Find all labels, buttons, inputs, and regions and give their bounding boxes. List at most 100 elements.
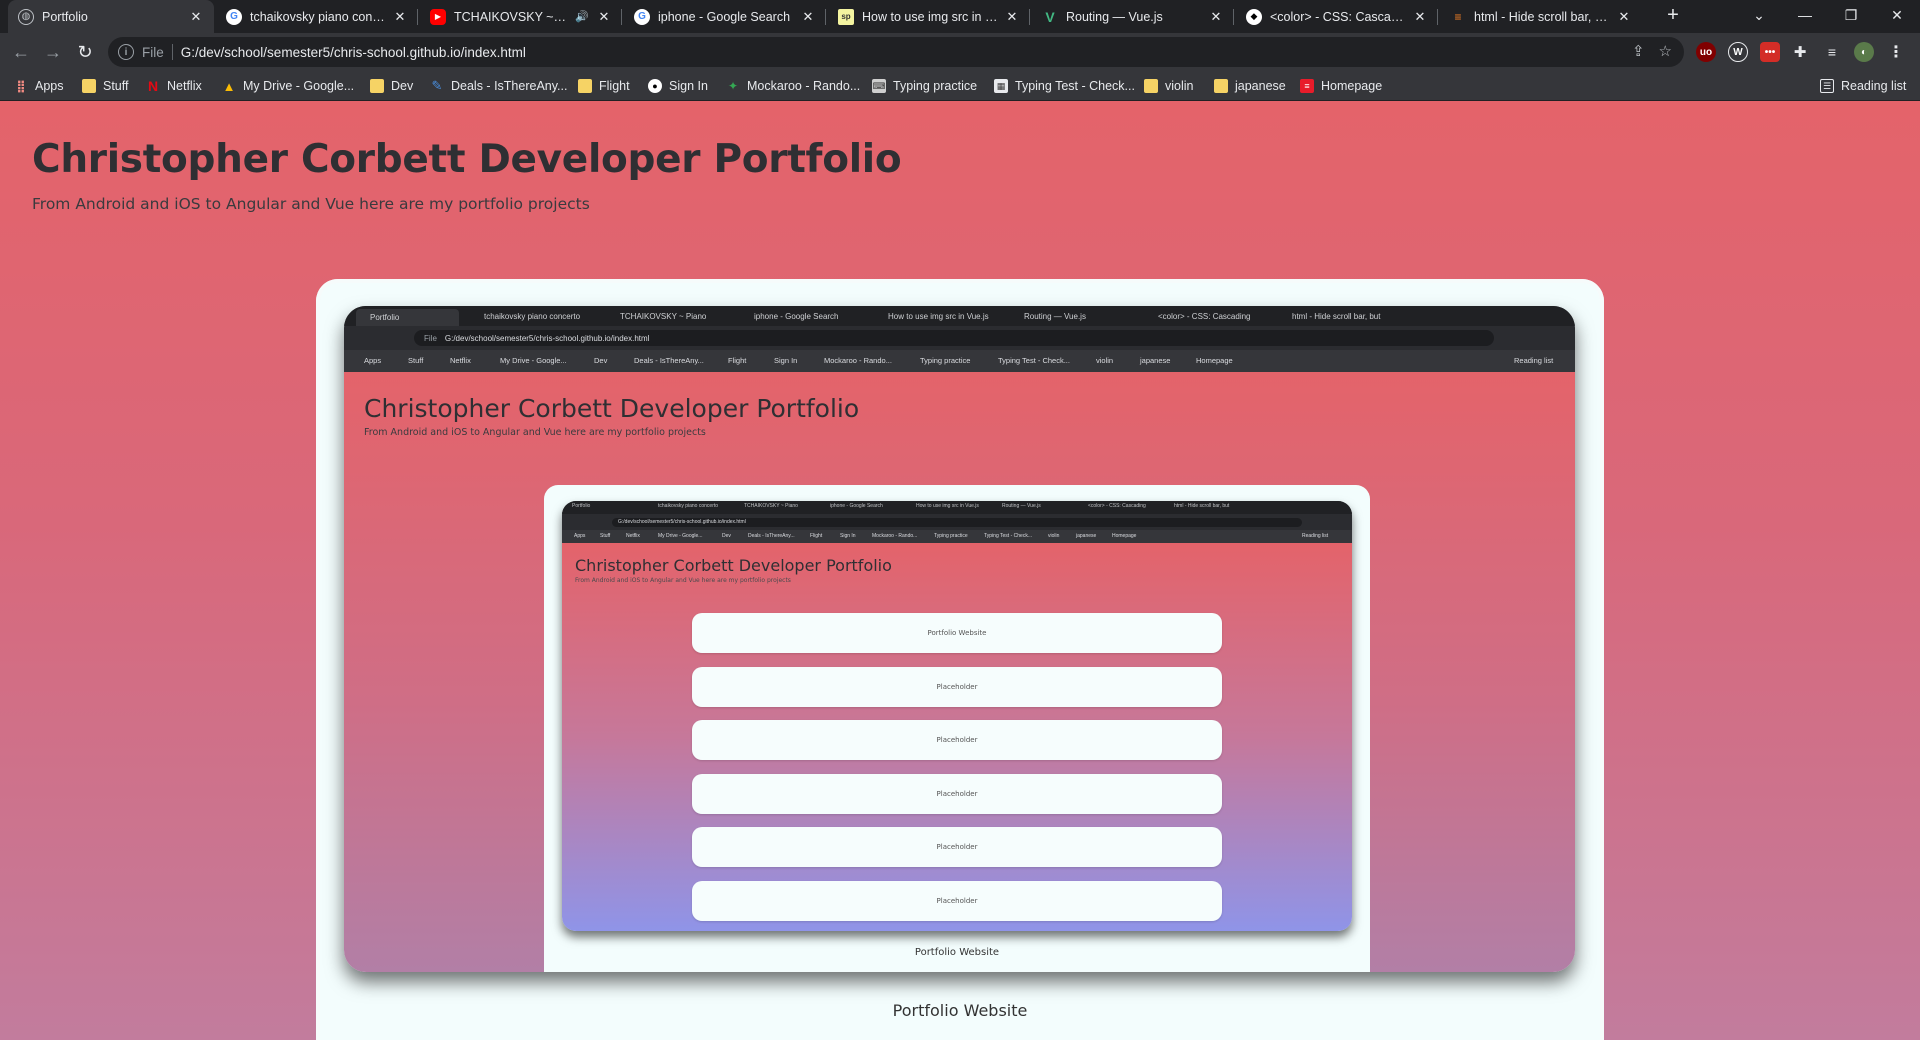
screenshot-tab: <color> - CSS: Cascading (1158, 311, 1251, 321)
tab-separator (621, 9, 622, 25)
screenshot-address-bar: File G:/dev/school/semester5/chris-schoo… (414, 330, 1494, 346)
bookmark-typing-practice[interactable]: ⌨ Typing practice (872, 77, 977, 95)
screenshot-bookmarks-bar: Apps Stuff Netflix My Drive - Google... … (344, 350, 1575, 372)
reload-icon[interactable]: ↻ (72, 39, 98, 65)
tab-title: How to use img src in Vue.js (862, 9, 998, 24)
ublock-origin-icon[interactable]: uo (1696, 42, 1716, 62)
nested-project-button: Placeholder (692, 667, 1222, 707)
info-icon[interactable]: i (118, 44, 134, 60)
bookmark-label: Netflix (167, 79, 202, 93)
tab-hide-scrollbar[interactable]: ≡ html - Hide scroll bar, but ✕ (1440, 0, 1642, 33)
nested-bookmark: Stuff (600, 533, 611, 539)
tab-portfolio[interactable]: ◍ Portfolio ✕ (8, 0, 214, 33)
close-icon[interactable]: ✕ (800, 9, 816, 25)
bookmark-star-icon[interactable]: ☆ (1659, 42, 1672, 60)
tab-tchaikovsky-search[interactable]: G tchaikovsky piano concerto ✕ (216, 0, 418, 33)
nested-bookmarks-bar: Apps Stuff Netflix My Drive - Google... … (562, 530, 1352, 543)
nested-bookmark: Netflix (626, 533, 640, 539)
adblock-icon[interactable]: W (1728, 42, 1748, 62)
screenshot-tab: iphone - Google Search (754, 311, 839, 321)
kebab-menu-icon[interactable]: ⋮ (1886, 42, 1906, 62)
nested-page: Christopher Corbett Developer Portfolio … (562, 543, 1352, 931)
nested-page-subtitle: From Android and iOS to Angular and Vue … (575, 577, 791, 584)
bookmark-netflix[interactable]: N Netflix (146, 77, 202, 95)
bookmark-flight[interactable]: Flight (578, 77, 630, 95)
close-icon[interactable]: ✕ (1004, 9, 1020, 25)
keyboard-icon: ▦ (994, 79, 1008, 93)
screenshot-tab: Routing — Vue.js (1024, 311, 1086, 321)
bookmark-mockaroo[interactable]: ✦ Mockaroo - Rando... (726, 77, 860, 95)
nested-bookmark: Homepage (1112, 533, 1137, 539)
address-url[interactable]: G:/dev/school/semester5/chris-school.git… (181, 45, 526, 60)
page-title: Christopher Corbett Developer Portfolio (32, 137, 902, 182)
bookmark-label: Stuff (103, 79, 129, 93)
bookmark-label: Homepage (1321, 79, 1383, 93)
nested-tab: <color> - CSS: Cascading (1088, 503, 1146, 509)
bookmark-violin[interactable]: violin (1144, 77, 1194, 95)
bookmark-homepage[interactable]: ≡ Homepage (1300, 77, 1382, 95)
close-icon[interactable]: ✕ (1412, 9, 1428, 25)
address-divider (171, 44, 173, 60)
mdn-icon: ◆ (1246, 8, 1262, 25)
tab-iphone-search[interactable]: G iphone - Google Search ✕ (624, 0, 826, 33)
nested-bookmark: violin (1048, 533, 1060, 539)
tab-tchaikovsky-youtube[interactable]: ▶ TCHAIKOVSKY ~ Piano 🔊 ✕ (420, 0, 622, 33)
tab-search-chevron-icon[interactable]: ⌄ (1736, 0, 1782, 30)
back-arrow-icon[interactable]: ← (8, 39, 34, 65)
tab-title: html - Hide scroll bar, but (1474, 9, 1610, 24)
bookmark-apps[interactable]: ⣿ Apps (14, 77, 63, 95)
share-icon[interactable]: ⇪ (1632, 42, 1645, 60)
folder-icon (82, 79, 96, 93)
new-tab-button[interactable]: + (1650, 0, 1696, 30)
bookmark-dev[interactable]: Dev (370, 77, 413, 95)
nested-tab-strip: Portfolio tchaikovsky piano concerto TCH… (562, 501, 1352, 514)
close-icon[interactable]: ✕ (1616, 9, 1632, 25)
google-drive-icon: ▲ (222, 78, 236, 94)
close-icon[interactable]: ✕ (1208, 9, 1224, 25)
close-icon[interactable]: ✕ (188, 9, 204, 25)
screenshot-bookmark: Sign In (774, 356, 798, 365)
close-icon[interactable]: ✕ (596, 9, 612, 25)
tab-vue-routing[interactable]: V Routing — Vue.js ✕ (1032, 0, 1234, 33)
bookmark-japanese[interactable]: japanese (1214, 77, 1286, 95)
screenshot-bookmark: violin (1096, 356, 1114, 365)
bookmark-google-drive[interactable]: ▲ My Drive - Google... (222, 77, 355, 95)
screenshot-bookmark: Flight (728, 356, 747, 365)
bookmark-typing-test[interactable]: ▦ Typing Test - Check... (994, 77, 1135, 95)
screenshot-bookmark: Apps (364, 356, 382, 365)
restore-button[interactable]: ❐ (1828, 0, 1874, 30)
nested-browser-chrome: Portfolio tchaikovsky piano concerto TCH… (562, 501, 1352, 543)
lastpass-icon[interactable]: ••• (1760, 42, 1780, 62)
close-icon[interactable]: ✕ (392, 9, 408, 25)
tab-css-color[interactable]: ◆ <color> - CSS: Cascading ✕ (1236, 0, 1438, 33)
screenshot-bookmark: japanese (1140, 356, 1171, 365)
globe-icon: ◍ (18, 8, 34, 25)
tab-title: Portfolio (42, 9, 88, 24)
screenshot-tab: Portfolio (356, 309, 460, 326)
bookmark-stuff[interactable]: Stuff (82, 77, 128, 95)
minimize-button[interactable]: — (1782, 0, 1828, 30)
bookmark-label: Deals - IsThereAny... (451, 79, 568, 93)
tab-img-src-vue[interactable]: sp How to use img src in Vue.js ✕ (828, 0, 1030, 33)
nested-bookmark: Flight (810, 533, 823, 539)
nested-project-button: Placeholder (692, 827, 1222, 867)
bookmark-label: Typing practice (893, 79, 978, 93)
folder-icon (370, 79, 384, 93)
bookmark-deals[interactable]: ✎ Deals - IsThereAny... (430, 77, 568, 95)
nested-tab: How to use img src in Vue.js (916, 503, 979, 509)
nested-bookmark: Typing practice (934, 533, 968, 539)
project-card[interactable]: Portfolio tchaikovsky piano concerto TCH… (316, 279, 1604, 1040)
speaker-icon[interactable]: 🔊 (574, 9, 590, 25)
screenshot-project-card: Portfolio tchaikovsky piano concerto TCH… (544, 485, 1370, 972)
profile-avatar[interactable]: ◐ (1854, 42, 1874, 62)
media-queue-icon[interactable]: ≡ (1822, 42, 1842, 62)
bookmark-sign-in[interactable]: ● Sign In (648, 77, 708, 95)
tab-title: TCHAIKOVSKY ~ Piano (454, 9, 568, 24)
window-close-button[interactable]: ✕ (1874, 0, 1920, 30)
extensions-puzzle-icon[interactable]: ✚ (1790, 42, 1810, 62)
screenshot-bookmark: My Drive - Google... (500, 356, 567, 365)
reading-list-button[interactable]: ☰ Reading list (1820, 77, 1906, 95)
forward-arrow-icon[interactable]: → (40, 39, 66, 65)
nested-tab: html - Hide scroll bar, but (1174, 503, 1230, 509)
address-bar[interactable]: i File G:/dev/school/semester5/chris-sch… (108, 37, 1684, 67)
